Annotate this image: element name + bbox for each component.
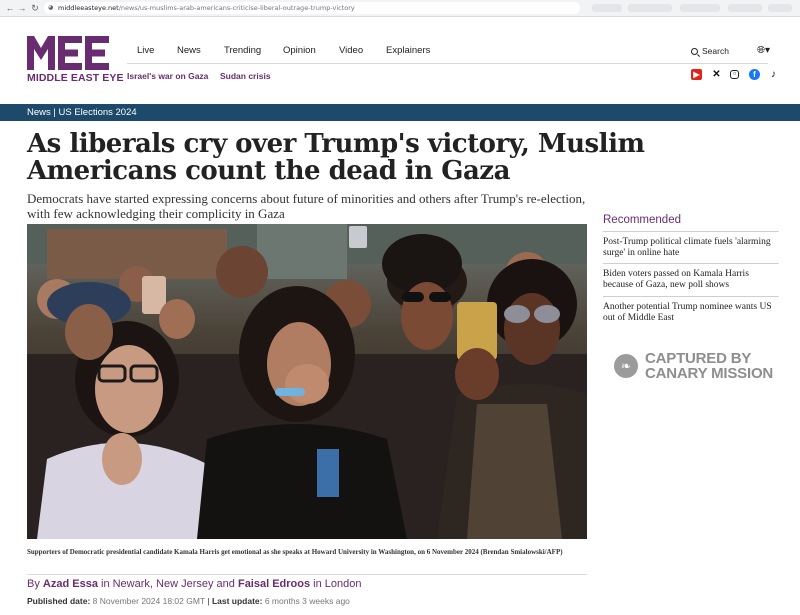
image-caption: Supporters of Democratic presidential ca… bbox=[27, 548, 563, 556]
nav-divider bbox=[127, 63, 768, 64]
extension-icon[interactable] bbox=[592, 4, 622, 12]
address-bar[interactable]: ◕ middleeasteye.net/news/us-muslims-arab… bbox=[44, 2, 580, 14]
byline-and: and bbox=[216, 578, 235, 590]
published-date: 8 November 2024 18:02 GMT bbox=[92, 596, 205, 606]
search-label: Search bbox=[702, 46, 729, 56]
published-label: Published date: bbox=[27, 596, 91, 606]
youtube-icon[interactable]: ▶ bbox=[691, 69, 702, 80]
section-bar: News | US Elections 2024 bbox=[0, 104, 800, 121]
recommended-heading: Recommended bbox=[603, 214, 681, 226]
byline-by: By bbox=[27, 578, 40, 590]
recommended-item[interactable]: Post-Trump political climate fuels 'alar… bbox=[603, 237, 779, 259]
canary-line-2: CANARY MISSION bbox=[645, 365, 774, 382]
search-icon bbox=[691, 48, 698, 55]
byline: By Azad Essa in Newark, New Jersey and F… bbox=[27, 578, 362, 590]
article-standfirst: Democrats have started expressing concer… bbox=[27, 191, 586, 221]
forward-icon[interactable]: → bbox=[16, 2, 28, 14]
logo-wordmark: MIDDLE EAST EYE bbox=[27, 72, 124, 84]
search-button[interactable]: Search bbox=[691, 46, 729, 56]
browser-toolbar: ← → ↻ ◕ middleeasteye.net/news/us-muslim… bbox=[0, 0, 800, 17]
recommended-item[interactable]: Biden voters passed on Kamala Harris bec… bbox=[603, 269, 779, 291]
recommended-divider bbox=[603, 231, 779, 232]
mee-logo-icon bbox=[27, 36, 109, 70]
subnav-israel-war-gaza[interactable]: Israel's war on Gaza bbox=[127, 71, 208, 81]
instagram-icon[interactable]: ○ bbox=[730, 70, 739, 79]
language-globe-icon[interactable]: 🌐︎▾ bbox=[757, 45, 770, 56]
extension-icon[interactable] bbox=[728, 4, 762, 12]
author-link-azad-essa[interactable]: Azad Essa bbox=[43, 578, 98, 590]
updated-date: 6 months 3 weeks ago bbox=[264, 596, 350, 606]
author-link-faisal-edroos[interactable]: Faisal Edroos bbox=[238, 578, 310, 590]
canary-text: CAPTURED BY CANARY MISSION bbox=[645, 351, 773, 381]
nav-item-video[interactable]: Video bbox=[339, 45, 363, 56]
site-header: MIDDLE EAST EYE Live News Trending Opini… bbox=[0, 17, 800, 104]
recommended-divider bbox=[603, 296, 779, 297]
tiktok-icon[interactable]: ♪ bbox=[768, 69, 779, 80]
crowd-photo bbox=[27, 224, 587, 539]
nav-item-opinion[interactable]: Opinion bbox=[283, 45, 316, 56]
subnav-sudan-crisis[interactable]: Sudan crisis bbox=[220, 71, 271, 81]
canary-line-1: CAPTURED BY bbox=[645, 350, 752, 367]
url-path: /news/us-muslims-arab-americans-criticis… bbox=[118, 4, 355, 12]
url-host: middleeasteye.net bbox=[58, 4, 119, 12]
recommended-divider bbox=[603, 263, 779, 264]
site-logo[interactable]: MIDDLE EAST EYE bbox=[27, 36, 124, 86]
byline-divider bbox=[27, 574, 587, 575]
profile-icon[interactable] bbox=[768, 4, 792, 12]
article-dates: Published date: 8 November 2024 18:02 GM… bbox=[27, 596, 350, 606]
back-icon[interactable]: ← bbox=[4, 2, 16, 14]
extension-icon[interactable] bbox=[680, 4, 720, 12]
site-info-icon[interactable]: ◕ bbox=[48, 2, 53, 14]
article-hero-image bbox=[27, 224, 587, 539]
nav-item-trending[interactable]: Trending bbox=[224, 45, 261, 56]
byline-location-2: in London bbox=[313, 578, 362, 590]
reload-icon[interactable]: ↻ bbox=[29, 2, 41, 14]
canary-bird-icon: ❧ bbox=[614, 354, 638, 378]
breadcrumb[interactable]: News | US Elections 2024 bbox=[27, 107, 137, 118]
byline-location-1: in Newark, New Jersey bbox=[101, 578, 214, 590]
dates-separator: | bbox=[207, 596, 210, 606]
recommended-item[interactable]: Another potential Trump nominee wants US… bbox=[603, 302, 779, 324]
updated-label: Last update: bbox=[211, 596, 263, 606]
extension-icon[interactable] bbox=[628, 4, 672, 12]
facebook-icon[interactable]: f bbox=[749, 69, 760, 80]
article-headline: As liberals cry over Trump's victory, Mu… bbox=[27, 129, 645, 186]
nav-item-explainers[interactable]: Explainers bbox=[386, 45, 430, 56]
nav-item-live[interactable]: Live bbox=[137, 45, 154, 56]
canary-mission-watermark: ❧ CAPTURED BY CANARY MISSION bbox=[614, 351, 789, 383]
x-icon[interactable]: ✕ bbox=[711, 69, 722, 80]
nav-item-news[interactable]: News bbox=[177, 45, 201, 56]
